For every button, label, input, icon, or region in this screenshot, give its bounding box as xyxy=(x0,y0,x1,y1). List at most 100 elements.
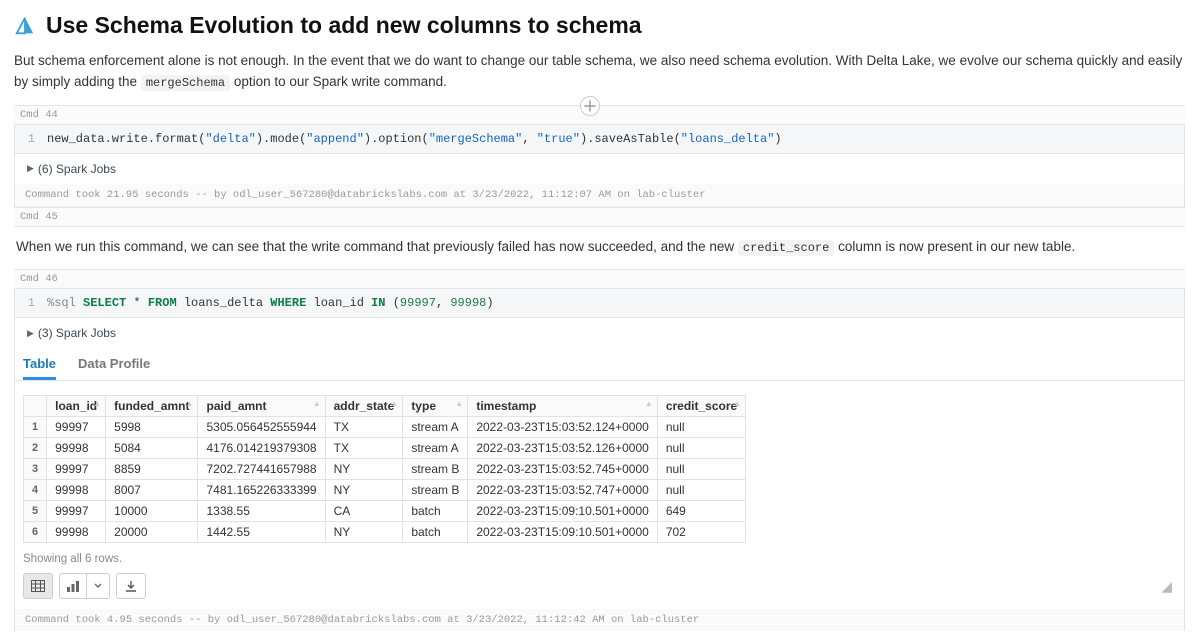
cell-funded_amnt: 5084 xyxy=(106,438,198,459)
row-index: 6 xyxy=(24,522,47,543)
table-row[interactable]: 49999880077481.165226333399NYstream B202… xyxy=(24,480,746,501)
cell-addr_state: TX xyxy=(325,438,403,459)
cell-type: stream A xyxy=(403,438,468,459)
cell-paid_amnt: 7481.165226333399 xyxy=(198,480,325,501)
cell-funded_amnt: 8859 xyxy=(106,459,198,480)
cell-loan_id: 99997 xyxy=(47,459,106,480)
cell-credit_score: 702 xyxy=(657,522,745,543)
sort-icon: ▲ xyxy=(313,400,321,408)
sort-icon: ▲ xyxy=(645,400,653,408)
results-table: loan_id▲funded_amnt▲paid_amnt▲addr_state… xyxy=(23,395,746,543)
cell-addr_state: TX xyxy=(325,417,403,438)
cell-addr_state: NY xyxy=(325,480,403,501)
cell-addr_state: CA xyxy=(325,501,403,522)
cell-timestamp: 2022-03-23T15:03:52.126+0000 xyxy=(468,438,657,459)
cell-credit_score: null xyxy=(657,459,745,480)
table-view-button[interactable] xyxy=(23,573,53,599)
code-editor-cmd44[interactable]: 1 new_data.write.format("delta").mode("a… xyxy=(15,125,1184,154)
row-index: 3 xyxy=(24,459,47,480)
code-editor-cmd46[interactable]: 1 %sql SELECT * FROM loans_delta WHERE l… xyxy=(15,289,1184,318)
col-header-credit_score[interactable]: credit_score▲ xyxy=(657,396,745,417)
table-row[interactable]: 29999850844176.014219379308TXstream A202… xyxy=(24,438,746,459)
row-index: 1 xyxy=(24,417,47,438)
cell-loan_id: 99997 xyxy=(47,501,106,522)
page-title: Use Schema Evolution to add new columns … xyxy=(46,12,642,39)
row-index: 5 xyxy=(24,501,47,522)
resize-handle[interactable]: ◢ xyxy=(1161,578,1176,595)
table-row[interactable]: 599997100001338.55CAbatch2022-03-23T15:0… xyxy=(24,501,746,522)
cell-timestamp: 2022-03-23T15:03:52.745+0000 xyxy=(468,459,657,480)
col-header-funded_amnt[interactable]: funded_amnt▲ xyxy=(106,396,198,417)
chevron-down-icon xyxy=(87,574,109,598)
cell-type: batch xyxy=(403,522,468,543)
cell-credit_score: null xyxy=(657,438,745,459)
sort-icon: ▲ xyxy=(733,400,741,408)
cell-timestamp: 2022-03-23T15:09:10.501+0000 xyxy=(468,522,657,543)
cell-addr_state: NY xyxy=(325,459,403,480)
cell-paid_amnt: 4176.014219379308 xyxy=(198,438,325,459)
markdown-cell-45: When we run this command, we can see tha… xyxy=(14,227,1185,269)
cell-addr_state: NY xyxy=(325,522,403,543)
col-header-loan_id[interactable]: loan_id▲ xyxy=(47,396,106,417)
sort-icon: ▲ xyxy=(186,400,194,408)
cell-credit_score: 649 xyxy=(657,501,745,522)
code-line: new_data.write.format("delta").mode("app… xyxy=(47,132,782,146)
cell-credit_score: null xyxy=(657,417,745,438)
row-index: 4 xyxy=(24,480,47,501)
cell-type: stream B xyxy=(403,480,468,501)
cmd-label-44: Cmd 44 xyxy=(14,105,1185,125)
cell-timestamp: 2022-03-23T15:03:52.124+0000 xyxy=(468,417,657,438)
delta-logo-icon xyxy=(14,15,36,37)
spark-jobs-expander-46[interactable]: ▶ (3) Spark Jobs xyxy=(15,318,1184,348)
command-status-46: Command took 4.95 seconds -- by odl_user… xyxy=(15,609,1184,631)
col-header-paid_amnt[interactable]: paid_amnt▲ xyxy=(198,396,325,417)
cell-funded_amnt: 8007 xyxy=(106,480,198,501)
intro-post: option to our Spark write command. xyxy=(234,74,447,89)
cell-loan_id: 99998 xyxy=(47,438,106,459)
cell-timestamp: 2022-03-23T15:03:52.747+0000 xyxy=(468,480,657,501)
download-button[interactable] xyxy=(116,573,146,599)
table-icon xyxy=(31,580,45,592)
intro-text: But schema enforcement alone is not enou… xyxy=(14,51,1185,93)
cell-paid_amnt: 7202.727441657988 xyxy=(198,459,325,480)
bar-chart-icon xyxy=(60,574,87,598)
row-index: 2 xyxy=(24,438,47,459)
cell-type: batch xyxy=(403,501,468,522)
sort-icon: ▲ xyxy=(390,400,398,408)
tab-data-profile[interactable]: Data Profile xyxy=(78,356,150,380)
table-row[interactable]: 699998200001442.55NYbatch2022-03-23T15:0… xyxy=(24,522,746,543)
cell-paid_amnt: 1442.55 xyxy=(198,522,325,543)
cmd-label-45: Cmd 45 xyxy=(14,207,1185,227)
inline-code-mergeschema: mergeSchema xyxy=(141,75,230,91)
line-number: 1 xyxy=(23,296,35,310)
cell-type: stream B xyxy=(403,459,468,480)
col-header-timestamp[interactable]: timestamp▲ xyxy=(468,396,657,417)
sort-icon: ▲ xyxy=(93,400,101,408)
cell-loan_id: 99998 xyxy=(47,480,106,501)
caret-right-icon: ▶ xyxy=(27,163,34,174)
cmd-label-46: Cmd 46 xyxy=(14,269,1185,289)
table-row[interactable]: 19999759985305.056452555944TXstream A202… xyxy=(24,417,746,438)
chart-view-button[interactable] xyxy=(59,573,110,599)
command-status-44: Command took 21.95 seconds -- by odl_use… xyxy=(15,184,1184,207)
cell-loan_id: 99998 xyxy=(47,522,106,543)
add-cell-button[interactable] xyxy=(580,96,600,116)
table-row[interactable]: 39999788597202.727441657988NYstream B202… xyxy=(24,459,746,480)
col-header-type[interactable]: type▲ xyxy=(403,396,468,417)
cell-timestamp: 2022-03-23T15:09:10.501+0000 xyxy=(468,501,657,522)
cell-paid_amnt: 1338.55 xyxy=(198,501,325,522)
spark-jobs-expander-44[interactable]: ▶ (6) Spark Jobs xyxy=(15,154,1184,184)
row-count-text: Showing all 6 rows. xyxy=(15,547,1184,573)
col-header-addr_state[interactable]: addr_state▲ xyxy=(325,396,403,417)
cell-type: stream A xyxy=(403,417,468,438)
download-icon xyxy=(125,580,137,592)
caret-right-icon: ▶ xyxy=(27,328,34,339)
line-number: 1 xyxy=(23,132,35,146)
inline-code-creditscore: credit_score xyxy=(738,240,834,256)
cell-paid_amnt: 5305.056452555944 xyxy=(198,417,325,438)
tab-table[interactable]: Table xyxy=(23,356,56,380)
cell-credit_score: null xyxy=(657,480,745,501)
cell-funded_amnt: 5998 xyxy=(106,417,198,438)
cell-funded_amnt: 10000 xyxy=(106,501,198,522)
cell-funded_amnt: 20000 xyxy=(106,522,198,543)
